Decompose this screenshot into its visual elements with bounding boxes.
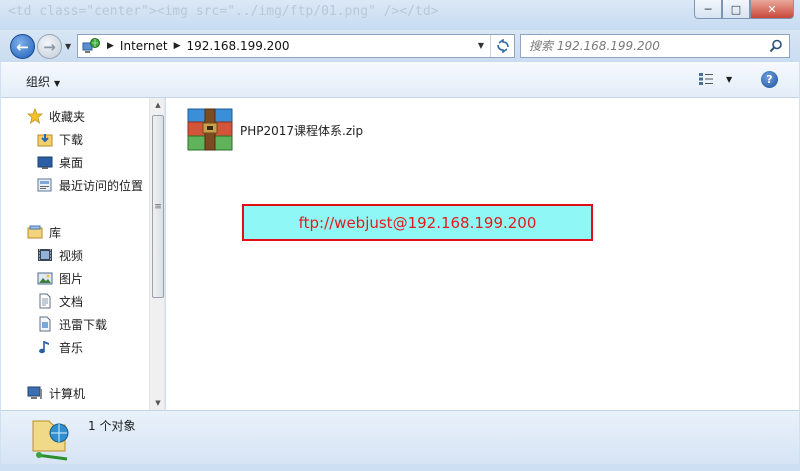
change-view-button[interactable]: ▼: [698, 72, 732, 86]
grip-icon: ≡: [154, 201, 162, 212]
address-bar[interactable]: ▶ Internet ▶ 192.168.199.200 ▼: [77, 34, 515, 58]
window-bottom-edge: [0, 464, 800, 471]
sidebar-header-libraries[interactable]: 库: [27, 222, 61, 242]
download-folder-icon: [37, 131, 53, 147]
status-bar: 1 个对象: [1, 410, 799, 464]
navigation-scrollbar[interactable]: ▲ ≡ ▼: [149, 98, 164, 410]
sidebar-header-computer[interactable]: 计算机: [27, 383, 85, 403]
breadcrumb-host[interactable]: 192.168.199.200: [187, 39, 290, 53]
command-toolbar: 组织 ▼ ▼ ?: [1, 62, 799, 98]
sidebar-item-pictures[interactable]: 图片: [37, 268, 83, 288]
breadcrumb-separator-icon[interactable]: ▶: [174, 41, 181, 51]
sidebar-computer-label: 计算机: [49, 386, 86, 401]
refresh-button[interactable]: [490, 35, 514, 57]
scroll-down-arrow-icon[interactable]: ▼: [150, 396, 164, 410]
address-history-dropdown[interactable]: ▼: [478, 41, 484, 50]
search-icon[interactable]: [769, 39, 783, 56]
organize-menu-button[interactable]: 组织 ▼: [26, 73, 60, 90]
search-input[interactable]: [521, 35, 761, 57]
sidebar-item-music[interactable]: 音乐: [37, 337, 83, 357]
video-icon: [37, 247, 53, 263]
organize-label: 组织: [26, 75, 51, 89]
sidebar-item-label: 下载: [59, 132, 84, 147]
back-button[interactable]: ←: [10, 34, 35, 59]
ftp-url-annotation: ftp://webjust@192.168.199.200: [242, 204, 593, 241]
sidebar-favorites-label: 收藏夹: [49, 109, 86, 124]
chevron-down-icon: ▼: [726, 74, 733, 84]
picture-icon: [37, 270, 53, 286]
navigation-pane: 收藏夹 下载 桌面 最近访问的位置 库 视频 图片 文档 迅雷下载 音乐 计算机…: [1, 98, 165, 410]
scroll-thumb[interactable]: ≡: [152, 115, 164, 298]
music-icon: [37, 339, 53, 355]
file-list-pane[interactable]: PHP2017课程体系.zip ftp://webjust@192.168.19…: [166, 98, 799, 410]
status-item-count: 1 个对象: [88, 419, 136, 433]
sidebar-item-recent-places[interactable]: 最近访问的位置: [37, 175, 143, 195]
sidebar-item-label: 迅雷下载: [59, 317, 108, 332]
computer-icon: [27, 385, 43, 401]
window-controls: ─ □ ✕: [694, 0, 794, 19]
title-bar: <td class="center"><img src="../img/ftp/…: [0, 0, 800, 30]
background-code-text: <td class="center"><img src="../img/ftp/…: [8, 4, 439, 19]
forward-button[interactable]: →: [37, 34, 62, 59]
recent-places-icon: [37, 177, 53, 193]
sidebar-item-label: 视频: [59, 248, 84, 263]
help-button[interactable]: ?: [761, 71, 778, 88]
network-location-icon: [32, 420, 69, 461]
file-name: PHP2017课程体系.zip: [240, 123, 364, 138]
breadcrumb-internet[interactable]: Internet: [120, 39, 168, 53]
library-icon: [27, 224, 43, 240]
sidebar-item-desktop[interactable]: 桌面: [37, 152, 83, 172]
star-icon: [27, 108, 43, 124]
sidebar-item-label: 图片: [59, 271, 84, 286]
thunder-download-icon: [37, 316, 53, 332]
sidebar-item-label: 文档: [59, 294, 84, 309]
sidebar-libraries-label: 库: [49, 225, 62, 240]
arrow-right-icon: →: [43, 37, 56, 56]
view-details-icon: [699, 73, 713, 85]
sidebar-item-label: 最近访问的位置: [59, 178, 144, 193]
chevron-down-icon: ▼: [54, 79, 61, 88]
sidebar-header-favorites[interactable]: 收藏夹: [27, 106, 85, 126]
sidebar-item-thunder-downloads[interactable]: 迅雷下载: [37, 314, 107, 334]
arrow-left-icon: ←: [16, 37, 29, 56]
maximize-button[interactable]: □: [722, 0, 750, 19]
scroll-up-arrow-icon[interactable]: ▲: [150, 98, 164, 112]
minimize-button[interactable]: ─: [694, 0, 722, 19]
sidebar-item-downloads[interactable]: 下载: [37, 129, 83, 149]
desktop-icon: [37, 154, 53, 170]
navigation-bar: ← → ▼ ▶ Internet ▶ 192.168.199.200 ▼: [0, 30, 800, 62]
sidebar-item-documents[interactable]: 文档: [37, 291, 83, 311]
sidebar-item-label: 桌面: [59, 155, 84, 170]
sidebar-item-videos[interactable]: 视频: [37, 245, 83, 265]
close-button[interactable]: ✕: [750, 0, 794, 19]
file-item[interactable]: PHP2017课程体系.zip: [186, 107, 363, 153]
network-globe-icon: [81, 37, 101, 55]
breadcrumb-separator-icon[interactable]: ▶: [107, 41, 114, 51]
search-box: [520, 34, 790, 58]
recent-pages-dropdown[interactable]: ▼: [65, 42, 71, 51]
refresh-icon: [496, 39, 509, 53]
winrar-archive-icon: [187, 108, 233, 151]
sidebar-item-label: 音乐: [59, 340, 84, 355]
document-icon: [37, 293, 53, 309]
